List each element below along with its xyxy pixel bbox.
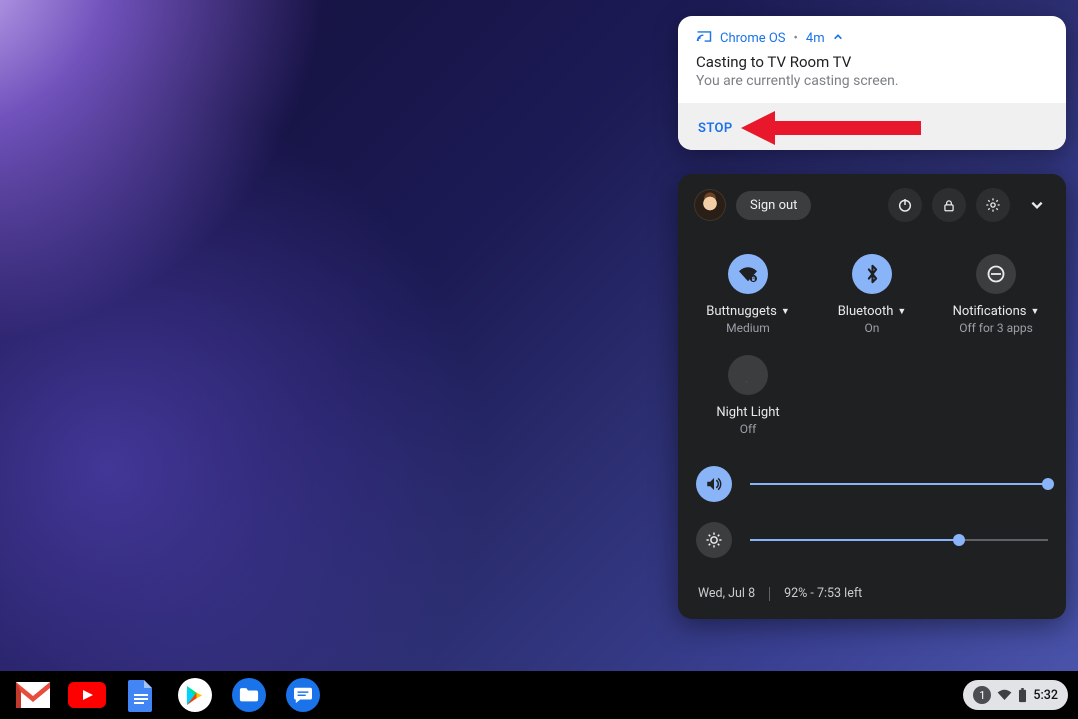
volume-slider[interactable] <box>750 477 1048 491</box>
night-light-icon <box>728 355 768 395</box>
clock: 5:32 <box>1033 688 1058 703</box>
app-google-docs[interactable] <box>114 671 168 719</box>
notification-subtitle: You are currently casting screen. <box>696 73 1048 89</box>
settings-button[interactable] <box>976 188 1010 222</box>
status-battery: 92% - 7:53 left <box>784 586 862 601</box>
volume-button[interactable] <box>696 466 732 502</box>
avatar[interactable] <box>694 189 726 221</box>
night-light-tile[interactable]: Night Light Off <box>686 343 810 444</box>
caret-down-icon: ▼ <box>1030 306 1039 317</box>
caret-down-icon: ▼ <box>781 306 790 317</box>
bluetooth-icon <box>852 254 892 294</box>
app-messages[interactable] <box>276 671 330 719</box>
separator-dot: • <box>794 31 798 46</box>
notification-count-badge: 1 <box>973 686 991 704</box>
wifi-label: Buttnuggets <box>706 304 777 319</box>
bluetooth-tile[interactable]: Bluetooth ▼ On <box>810 242 934 343</box>
bluetooth-sub: On <box>865 321 880 335</box>
app-youtube[interactable] <box>60 671 114 719</box>
notification-title: Casting to TV Room TV <box>696 53 1048 71</box>
sign-out-button[interactable]: Sign out <box>736 191 811 220</box>
notification-source: Chrome OS <box>720 31 786 46</box>
system-tray[interactable]: 1 5:32 <box>963 680 1068 710</box>
shelf: 1 5:32 <box>0 671 1078 719</box>
app-play-store[interactable] <box>168 671 222 719</box>
notification-age: 4m <box>806 31 825 46</box>
brightness-slider[interactable] <box>750 533 1048 547</box>
casting-notification-card: Chrome OS • 4m Casting to TV Room TV You… <box>678 16 1066 150</box>
notifications-sub: Off for 3 apps <box>959 321 1033 335</box>
quick-settings-panel: Sign out Buttnugget <box>678 174 1066 619</box>
night-light-label: Night Light <box>716 405 779 420</box>
wifi-icon <box>728 254 768 294</box>
caret-down-icon: ▼ <box>897 306 906 317</box>
notifications-label: Notifications <box>953 304 1027 319</box>
wifi-status-icon <box>997 689 1012 701</box>
wifi-sub: Medium <box>726 321 770 335</box>
wifi-tile[interactable]: Buttnuggets ▼ Medium <box>686 242 810 343</box>
night-light-sub: Off <box>740 422 757 436</box>
separator <box>769 587 770 601</box>
cast-icon <box>696 30 712 47</box>
status-date: Wed, Jul 8 <box>698 586 755 601</box>
stop-casting-button[interactable]: STOP <box>698 121 733 136</box>
dnd-icon <box>976 254 1016 294</box>
battery-status-icon <box>1018 688 1027 703</box>
lock-button[interactable] <box>932 188 966 222</box>
app-gmail[interactable] <box>6 671 60 719</box>
bluetooth-label: Bluetooth <box>838 304 894 319</box>
notifications-tile[interactable]: Notifications ▼ Off for 3 apps <box>934 242 1058 343</box>
app-files[interactable] <box>222 671 276 719</box>
collapse-button[interactable] <box>1020 188 1054 222</box>
chevron-up-icon[interactable] <box>833 31 843 46</box>
power-button[interactable] <box>888 188 922 222</box>
annotation-arrow <box>741 107 921 149</box>
brightness-button[interactable] <box>696 522 732 558</box>
